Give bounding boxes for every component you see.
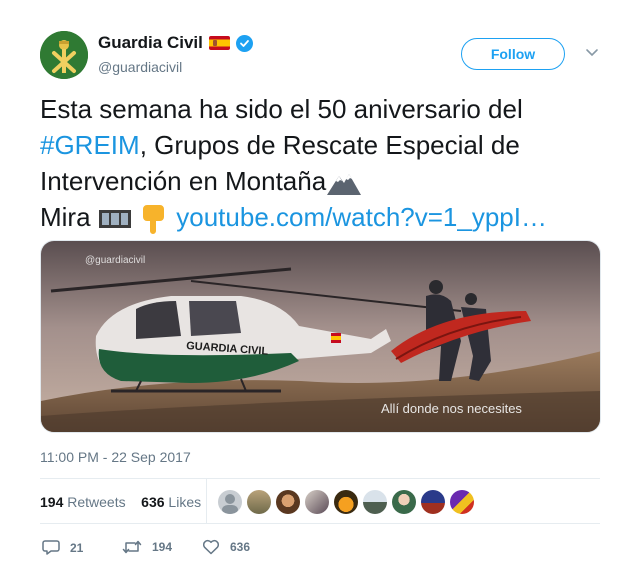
retweet-count: 194 [152,540,173,554]
retweet-action[interactable]: 194 [122,539,172,555]
media-watermark: @guardiacivil [85,255,145,266]
likes-label: Likes [168,494,202,510]
guardia-civil-emblem-icon [40,31,88,79]
heart-icon[interactable] [202,539,220,555]
author-name-row[interactable]: Guardia Civil [98,33,253,53]
retweet-icon[interactable] [122,539,142,555]
reply-icon[interactable] [42,539,60,556]
liker-avatar[interactable] [276,490,300,514]
author-handle[interactable]: @guardiacivil [98,59,182,75]
tweet-text-line: , Grupos de Rescate Especial de [139,130,520,160]
liker-avatar[interactable] [218,490,242,514]
youtube-link[interactable]: youtube.com/watch?v=1_yppI… [176,202,547,232]
stats-separator [206,478,207,524]
media-caption: Allí donde nos necesites [381,401,522,416]
tweet-text: Esta semana ha sido el 50 aniversario de… [40,91,600,235]
tweet-timestamp[interactable]: 11:00 PM - 22 Sep 2017 [40,449,191,465]
liker-avatar[interactable] [363,490,387,514]
liker-avatar[interactable] [450,490,474,514]
spain-flag-icon [208,36,230,50]
tweet-text-line: Mira [40,202,91,232]
mountain-emoji-icon [327,174,362,196]
tweet-media-image[interactable]: GUARDIA CIVIL @guardiacivil Allí donde n… [40,240,601,433]
hashtag-link[interactable]: #GREIM [40,130,140,160]
film-frames-emoji-icon [98,210,131,229]
divider [40,478,600,479]
liker-avatar[interactable] [334,490,358,514]
liker-avatars [218,490,474,514]
tweet-text-line: Intervención en Montaña [40,166,327,196]
liker-avatar[interactable] [421,490,445,514]
retweets-stat[interactable]: 194 Retweets [40,494,126,510]
liker-avatar[interactable] [392,490,416,514]
helicopter-rescue-photo: GUARDIA CIVIL @guardiacivil Allí donde n… [41,241,600,432]
author-name[interactable]: Guardia Civil [98,33,203,53]
divider [40,523,600,524]
reply-count: 21 [70,540,84,555]
retweets-count: 194 [40,494,64,510]
author-avatar[interactable] [40,31,88,79]
follow-button[interactable]: Follow [461,38,565,70]
likes-stat[interactable]: 636 Likes [141,494,201,510]
retweets-label: Retweets [67,494,126,510]
likes-count: 636 [141,494,165,510]
pointing-down-emoji-icon [143,205,165,235]
like-count: 636 [230,540,251,554]
liker-avatar[interactable] [247,490,271,514]
tweet-text-line: Esta semana ha sido el 50 aniversario de… [40,94,523,124]
verified-badge-icon [235,34,253,52]
tweet-stats: 194 Retweets 636 Likes [40,494,201,510]
liker-avatar[interactable] [305,490,329,514]
chevron-down-icon[interactable] [585,48,599,58]
reply-action[interactable]: 21 [42,539,83,556]
like-action[interactable]: 636 [202,539,250,555]
